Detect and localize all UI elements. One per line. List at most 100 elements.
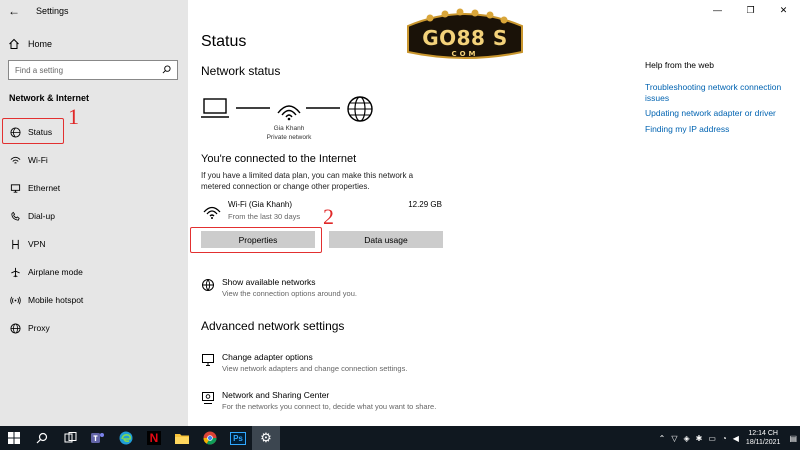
option-description: View network adapters and change connect… xyxy=(222,364,408,373)
show-hidden-icons-icon[interactable]: ⌃ xyxy=(659,434,666,443)
ethernet-icon xyxy=(8,183,22,194)
edge-icon xyxy=(119,431,133,445)
option-title: Network and Sharing Center xyxy=(222,390,330,400)
chrome-icon xyxy=(203,431,217,445)
option-description: For the networks you connect to, decide … xyxy=(222,402,437,411)
sharing-center-icon xyxy=(201,391,217,407)
connected-description: If you have a limited data plan, you can… xyxy=(201,171,414,191)
close-button[interactable]: ✕ xyxy=(767,0,800,20)
bluetooth-icon[interactable]: ✱ xyxy=(696,434,703,443)
wifi-signal-icon xyxy=(277,105,301,121)
option-title: Change adapter options xyxy=(222,352,313,362)
network-type: Private network xyxy=(266,134,312,141)
task-view-button[interactable] xyxy=(56,426,84,450)
clock-date: 18/11/2021 xyxy=(745,439,781,446)
connection-name: Wi-Fi (Gia Khanh) xyxy=(228,200,293,209)
hotspot-icon xyxy=(8,295,22,306)
sidebar-item-airplane[interactable]: Airplane mode xyxy=(8,263,83,281)
netflix-button[interactable]: N xyxy=(140,426,168,450)
photoshop-icon: Ps xyxy=(230,431,246,445)
edge-button[interactable] xyxy=(112,426,140,450)
annotation-1: 1 xyxy=(68,104,79,129)
file-explorer-button[interactable] xyxy=(168,426,196,450)
dialup-icon xyxy=(8,211,22,222)
netflix-icon: N xyxy=(146,431,162,445)
teams-button[interactable] xyxy=(84,426,112,450)
wifi-icon xyxy=(8,155,22,166)
help-link-updating-adapter[interactable]: Updating network adapter or driver xyxy=(645,108,785,119)
sidebar-item-proxy[interactable]: Proxy xyxy=(8,319,50,337)
logo-sub-text: COM xyxy=(451,50,479,58)
network-diagram: Gia Khanh Private network xyxy=(200,95,380,145)
sidebar-item-label: Mobile hotspot xyxy=(28,295,84,305)
logo-main-text: GO88 xyxy=(422,26,486,50)
sidebar-item-vpn[interactable]: VPN xyxy=(8,235,45,253)
network-status-heading: Network status xyxy=(201,64,281,78)
option-title: Show available networks xyxy=(222,277,316,287)
settings-window: ← Settings Home Find a setting Network &… xyxy=(0,0,800,426)
sidebar-item-home[interactable]: Home xyxy=(8,36,52,52)
taskbar-search-button[interactable] xyxy=(28,426,56,450)
connected-heading: You're connected to the Internet xyxy=(201,153,357,165)
annotation-2: 2 xyxy=(323,204,334,229)
logo-suffix-text: S xyxy=(492,26,508,50)
network-name: Gia Khanh xyxy=(273,125,305,132)
search-icon xyxy=(36,432,48,444)
sidebar-item-wifi[interactable]: Wi-Fi xyxy=(8,151,48,169)
settings-icon: ⚙ xyxy=(260,430,272,445)
app-tray-icon[interactable]: ◈ xyxy=(684,434,690,443)
help-link-troubleshooting[interactable]: Troubleshooting network connection issue… xyxy=(645,82,785,104)
network-tray-icon[interactable]: ◔ xyxy=(722,434,727,443)
search-input[interactable]: Find a setting xyxy=(8,60,178,80)
sidebar-item-ethernet[interactable]: Ethernet xyxy=(8,179,60,197)
option-description: View the connection options around you. xyxy=(222,289,357,298)
sidebar-item-label: Ethernet xyxy=(28,183,61,193)
sidebar-item-dialup[interactable]: Dial-up xyxy=(8,207,55,225)
taskbar-clock[interactable]: 12:14 CH 18/11/2021 xyxy=(746,429,781,447)
taskbar: N Ps ⚙ ⌃ ▽ ◈ ✱ ▭ ◔ ◀ 12:14 CH 18/11/2021… xyxy=(0,426,800,450)
battery-icon[interactable]: ▭ xyxy=(708,434,716,443)
sidebar-item-label: Dial-up xyxy=(28,211,55,221)
start-button[interactable] xyxy=(0,426,28,450)
status-highlight-box xyxy=(2,118,64,144)
airplane-icon xyxy=(8,267,22,278)
clock-time: 12:14 CH xyxy=(748,430,778,437)
sidebar-item-label: VPN xyxy=(28,239,46,249)
home-icon xyxy=(8,38,22,50)
help-heading: Help from the web xyxy=(645,60,714,70)
globe-icon xyxy=(8,322,22,334)
sidebar-section-title: Network & Internet xyxy=(9,93,90,103)
sidebar-item-label: Airplane mode xyxy=(28,267,83,277)
properties-highlight-box xyxy=(190,227,322,253)
volume-icon[interactable]: ◀ xyxy=(733,434,739,443)
data-usage-button[interactable]: Data usage xyxy=(329,231,443,248)
adapter-icon xyxy=(201,353,217,369)
wifi-connection-icon xyxy=(203,206,221,219)
minimize-button[interactable]: — xyxy=(701,0,734,20)
sidebar-item-label: Wi-Fi xyxy=(28,155,48,165)
advanced-settings-heading: Advanced network settings xyxy=(201,319,345,333)
internet-globe-icon xyxy=(347,96,373,122)
search-icon xyxy=(162,64,171,76)
back-button[interactable]: ← xyxy=(0,0,28,22)
vpn-icon xyxy=(8,239,22,250)
teams-icon xyxy=(91,433,104,443)
chrome-button[interactable] xyxy=(196,426,224,450)
sidebar-item-label: Proxy xyxy=(28,323,50,333)
maximize-button[interactable]: ❐ xyxy=(734,0,767,20)
page-title: Status xyxy=(201,33,247,50)
vpn-tray-icon[interactable]: ▽ xyxy=(671,434,677,443)
laptop-icon xyxy=(201,98,229,118)
notifications-icon[interactable]: ▤ xyxy=(789,434,797,443)
help-link-finding-ip[interactable]: Finding my IP address xyxy=(645,124,785,135)
sidebar-item-hotspot[interactable]: Mobile hotspot xyxy=(8,291,83,309)
photoshop-button[interactable]: Ps xyxy=(224,426,252,450)
go88-logo: GO88 S COM xyxy=(400,6,530,70)
sidebar: ← Settings Home Find a setting Network &… xyxy=(0,0,188,426)
data-usage-amount: 12.29 GB xyxy=(408,200,442,209)
window-title: Settings xyxy=(36,6,69,16)
settings-taskbar-button[interactable]: ⚙ xyxy=(252,426,280,450)
system-tray: ⌃ ▽ ◈ ✱ ▭ ◔ ◀ 12:14 CH 18/11/2021 ▤ xyxy=(656,426,800,450)
network-list-icon xyxy=(201,278,217,294)
titlebar-left: ← Settings xyxy=(0,0,188,22)
